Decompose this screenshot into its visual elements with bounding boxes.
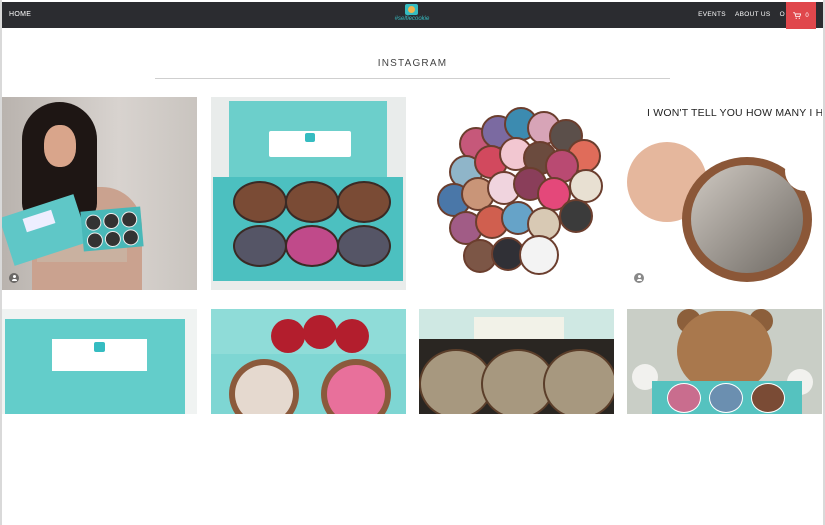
instagram-post-5[interactable]: [2, 309, 197, 414]
post-image: [751, 383, 785, 413]
post-image: [474, 317, 564, 339]
cart-button[interactable]: 0: [786, 2, 816, 29]
user-icon: [9, 273, 19, 283]
post-image: [785, 151, 822, 191]
section-divider: [155, 78, 670, 79]
post-image: [44, 125, 76, 167]
nav-events-link[interactable]: EVENTS: [698, 11, 726, 18]
post-image: [677, 311, 772, 391]
instagram-post-3[interactable]: [419, 97, 614, 290]
site-logo[interactable]: #selfiecookie: [387, 4, 437, 27]
instagram-post-7[interactable]: [419, 309, 614, 414]
logo-text: #selfiecookie: [394, 16, 430, 22]
post-image: [271, 319, 305, 353]
post-image: [543, 349, 614, 414]
post-image: [691, 165, 803, 273]
instagram-post-4[interactable]: I WON'T TELL YOU HOW MANY I HAD: [627, 97, 822, 290]
post-image: [235, 365, 293, 414]
instagram-post-1[interactable]: [2, 97, 197, 290]
top-navbar: HOME #selfiecookie EVENTS ABOUT US O: [2, 2, 823, 28]
nav-right-links: EVENTS ABOUT US O: [691, 11, 785, 18]
instagram-post-8[interactable]: [627, 309, 822, 414]
user-icon: [634, 273, 644, 283]
cart-count: 0: [805, 12, 809, 19]
post-image: [667, 383, 701, 413]
instagram-post-6[interactable]: [211, 309, 406, 414]
post-caption: I WON'T TELL YOU HOW MANY I HAD: [647, 107, 822, 119]
post-image: [709, 383, 743, 413]
post-image: [327, 365, 385, 414]
camera-logo-icon: [405, 4, 418, 15]
post-image: [213, 177, 403, 281]
nav-home-link[interactable]: HOME: [9, 11, 31, 18]
post-image: [52, 339, 147, 371]
post-image: [269, 131, 351, 157]
section-title: INSTAGRAM: [377, 58, 448, 69]
nav-more-link[interactable]: O: [780, 11, 785, 18]
instagram-post-2[interactable]: [211, 97, 406, 290]
nav-about-link[interactable]: ABOUT US: [735, 11, 771, 18]
post-image: [335, 319, 369, 353]
post-image: [80, 206, 144, 252]
post-image: [303, 315, 337, 349]
shopping-cart-icon: [793, 12, 802, 19]
